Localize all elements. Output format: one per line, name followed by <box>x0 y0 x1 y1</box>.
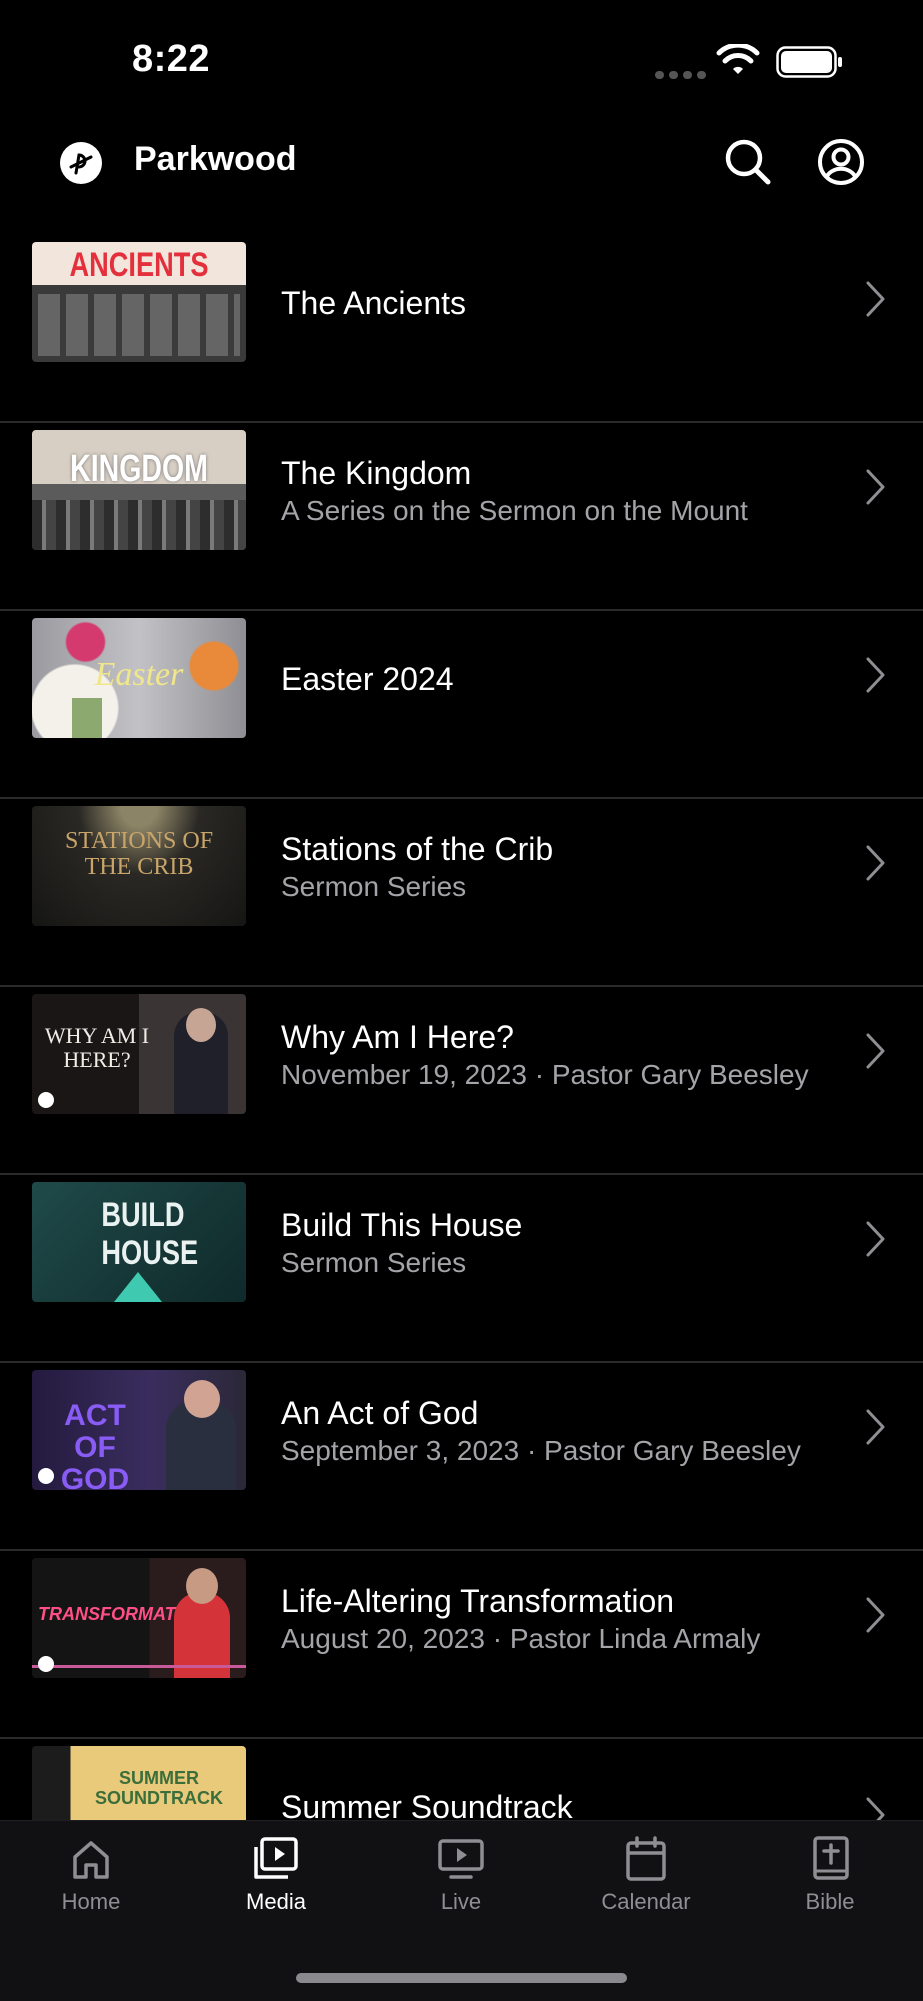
calendar-icon <box>626 1836 666 1881</box>
chevron-right-icon <box>866 1409 885 1445</box>
chevron-right-icon <box>866 1033 885 1069</box>
account-button[interactable] <box>815 136 867 188</box>
item-title: Life-Altering Transformation <box>281 1582 675 1619</box>
tab-media[interactable]: Media <box>201 1835 351 1915</box>
media-item-summer-soundtrack[interactable]: SUMMER SOUNDTRACK Summer Soundtrack <box>0 1739 923 1820</box>
series-thumbnail: KINGDOM <box>32 430 246 550</box>
app-title: Parkwood <box>134 140 297 178</box>
tab-bar: Home Media Live Calendar Bible <box>0 1820 923 2001</box>
tv-icon <box>438 1839 484 1879</box>
series-thumbnail: Easter <box>32 618 246 738</box>
tab-calendar[interactable]: Calendar <box>571 1835 721 1915</box>
media-item-the-ancients[interactable]: ANCIENTS The Ancients <box>0 235 923 423</box>
chevron-right-icon <box>866 657 885 693</box>
item-subtitle: Sermon Series <box>281 1246 467 1278</box>
item-subtitle: November 19, 2023 · Pastor Gary Beesley <box>281 1058 809 1090</box>
chevron-right-icon <box>866 469 885 505</box>
series-thumbnail: STATIONS OF THE CRIB <box>32 806 246 926</box>
series-thumbnail: ANCIENTS <box>32 242 246 362</box>
item-title: Easter 2024 <box>281 660 454 697</box>
tab-live[interactable]: Live <box>386 1835 536 1915</box>
item-subtitle: A Series on the Sermon on the Mount <box>281 494 748 526</box>
item-title: Summer Soundtrack <box>281 1788 573 1821</box>
tab-label: Home <box>61 1889 121 1914</box>
media-item-easter-2024[interactable]: Easter Easter 2024 <box>0 611 923 799</box>
media-item-the-kingdom[interactable]: KINGDOM The Kingdom A Series on the Serm… <box>0 423 923 611</box>
series-thumbnail: WHY AM I HERE? <box>32 994 246 1114</box>
media-item-life-altering-transformation[interactable]: TRANSFORMATION Life-Altering Transformat… <box>0 1551 923 1739</box>
series-thumbnail: ACT OF GOD <box>32 1370 246 1490</box>
media-item-stations-of-the-crib[interactable]: STATIONS OF THE CRIB Stations of the Cri… <box>0 799 923 987</box>
parkwood-logo-icon <box>60 142 102 184</box>
item-subtitle: August 20, 2023 · Pastor Linda Armaly <box>281 1622 761 1654</box>
media-item-an-act-of-god[interactable]: ACT OF GOD An Act of God September 3, 20… <box>0 1363 923 1551</box>
bible-icon <box>813 1836 849 1880</box>
status-bar: 8:22 <box>0 0 923 120</box>
media-item-build-this-house[interactable]: BUILD HOUSE Build This House Sermon Seri… <box>0 1175 923 1363</box>
chevron-right-icon <box>866 1797 885 1820</box>
item-title: Stations of the Crib <box>281 830 554 867</box>
tab-label: Media <box>246 1889 306 1914</box>
item-title: The Ancients <box>281 284 466 321</box>
item-subtitle: Sermon Series <box>281 870 467 902</box>
series-thumbnail: TRANSFORMATION <box>32 1558 246 1678</box>
media-list[interactable]: ANCIENTS The Ancients KINGDOM The Kingdo… <box>0 235 923 1820</box>
chevron-right-icon <box>866 1221 885 1257</box>
tab-label: Calendar <box>601 1889 691 1914</box>
item-title: Build This House <box>281 1206 523 1243</box>
item-title: The Kingdom <box>281 454 472 491</box>
chevron-right-icon <box>866 281 885 317</box>
tab-bible[interactable]: Bible <box>755 1835 905 1915</box>
tab-label: Live <box>440 1889 482 1914</box>
item-subtitle: September 3, 2023 · Pastor Gary Beesley <box>281 1434 801 1466</box>
tab-label: Bible <box>805 1889 855 1914</box>
app-header: Parkwood <box>0 120 923 240</box>
search-button[interactable] <box>722 136 774 188</box>
home-icon <box>73 1841 109 1879</box>
media-icon <box>254 1837 298 1879</box>
tab-home[interactable]: Home <box>16 1835 166 1915</box>
media-item-why-am-i-here[interactable]: WHY AM I HERE? Why Am I Here? November 1… <box>0 987 923 1175</box>
chevron-right-icon <box>866 845 885 881</box>
item-title: An Act of God <box>281 1394 479 1431</box>
home-indicator <box>296 1973 627 1983</box>
chevron-right-icon <box>866 1597 885 1633</box>
battery-icon <box>776 46 842 78</box>
status-time: 8:22 <box>132 38 211 80</box>
item-title: Why Am I Here? <box>281 1018 514 1055</box>
series-thumbnail: BUILD HOUSE <box>32 1182 246 1302</box>
series-thumbnail: SUMMER SOUNDTRACK <box>32 1746 246 1820</box>
cellular-signal-icon <box>655 66 711 84</box>
wifi-icon <box>716 44 760 74</box>
